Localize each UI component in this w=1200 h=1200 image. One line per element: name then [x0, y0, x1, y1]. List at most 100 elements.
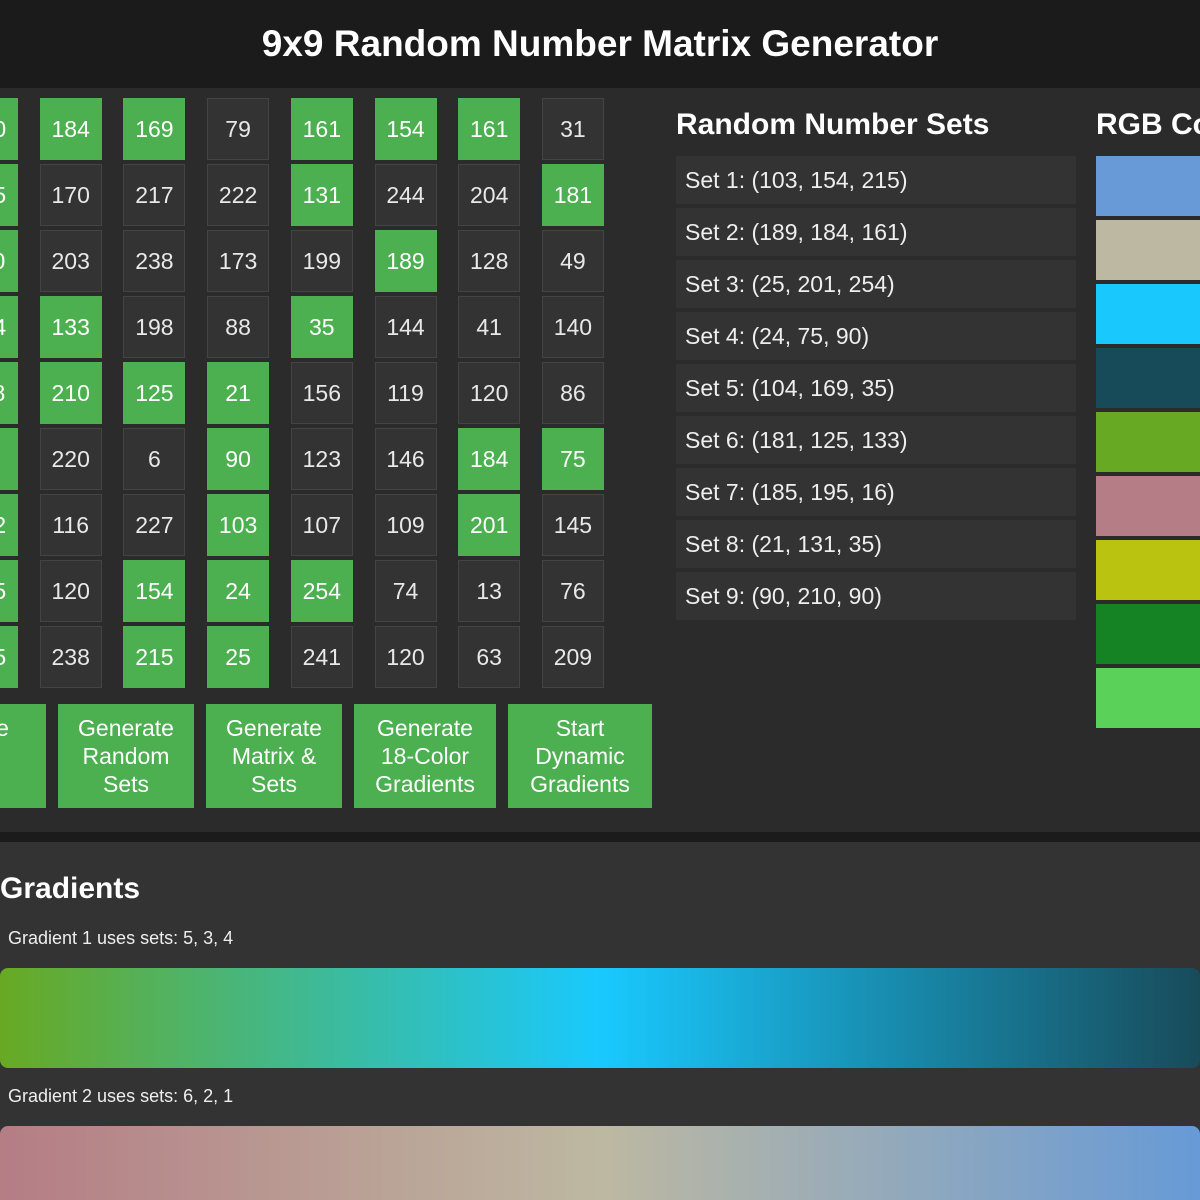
matrix-cell: 173: [207, 230, 270, 292]
matrix-cell: 241: [290, 626, 353, 688]
matrix-cell: 88: [207, 296, 270, 358]
matrix-cell: 49: [541, 230, 604, 292]
rgb-swatch: [1096, 604, 1200, 664]
matrix-cell: 118: [0, 362, 18, 424]
matrix-cell: 110: [0, 230, 18, 292]
matrix-cell: 120: [374, 626, 437, 688]
matrix-cell: 185: [0, 560, 18, 622]
matrix-cell: 198: [123, 296, 186, 358]
matrix-cell: 125: [123, 362, 186, 424]
gradient-label: Gradient 1 uses sets: 5, 3, 4: [8, 928, 234, 948]
number-matrix: 1201841697916115416131195170217222131244…: [0, 98, 654, 698]
page-title: 9x9 Random Number Matrix Generator: [261, 23, 939, 64]
matrix-cell: 169: [123, 98, 186, 160]
gradient-label: Gradient 2 uses sets: 6, 2, 1: [8, 1086, 234, 1106]
matrix-cell: 217: [123, 164, 186, 226]
generate-matrix-button[interactable]: ate x: [0, 704, 46, 808]
matrix-cell: 161: [290, 98, 353, 160]
matrix-cell: 192: [0, 494, 18, 556]
rgb-swatch: [1096, 156, 1200, 216]
matrix-cell: 140: [541, 296, 604, 358]
matrix-cell: 170: [39, 164, 102, 226]
matrix-cell: 13: [458, 560, 521, 622]
set-item: Set 9: (90, 210, 90): [676, 572, 1076, 620]
set-item: Set 5: (104, 169, 35): [676, 364, 1076, 412]
matrix-cell: 41: [458, 296, 521, 358]
matrix-cell: 25: [207, 626, 270, 688]
rgb-swatch: [1096, 668, 1200, 728]
matrix-cell: 201: [458, 494, 521, 556]
set-item: Set 2: (189, 184, 161): [676, 208, 1076, 256]
matrix-cell: 244: [374, 164, 437, 226]
matrix-cell: 154: [374, 98, 437, 160]
matrix-cell: 254: [290, 560, 353, 622]
matrix-cell: 189: [374, 230, 437, 292]
gradients-section: Gradients Gradient 1 uses sets: 5, 3, 4 G…: [0, 842, 1200, 1200]
rgb-swatch: [1096, 220, 1200, 280]
matrix-cell: 238: [39, 626, 102, 688]
rgb-swatch: [1096, 540, 1200, 600]
start-dynamic-gradients-button[interactable]: Start Dynamic Gradients: [508, 704, 652, 808]
matrix-cell: 79: [207, 98, 270, 160]
set-item: Set 6: (181, 125, 133): [676, 416, 1076, 464]
matrix-cell: 103: [207, 494, 270, 556]
main-panel: 1201841697916115416131195170217222131244…: [0, 88, 1200, 832]
rgb-swatch: [1096, 284, 1200, 344]
gradients-title: Gradients: [0, 872, 141, 905]
matrix-cell: 24: [207, 560, 270, 622]
set-item: Set 8: (21, 131, 35): [676, 520, 1076, 568]
matrix-cell: 144: [374, 296, 437, 358]
matrix-cell: 215: [123, 626, 186, 688]
matrix-cell: 181: [541, 164, 604, 226]
matrix-cell: 120: [0, 98, 18, 160]
matrix-cell: 184: [458, 428, 521, 490]
set-item: Set 3: (25, 201, 254): [676, 260, 1076, 308]
matrix-cell: 74: [374, 560, 437, 622]
gradient-bar: [0, 968, 1200, 1068]
matrix-cell: 119: [374, 362, 437, 424]
rgb-colors-title: RGB Co: [1096, 108, 1200, 141]
matrix-cell: 107: [290, 494, 353, 556]
matrix-cell: 238: [123, 230, 186, 292]
generate-18-color-gradients-button[interactable]: Generate 18-Color Gradients: [354, 704, 496, 808]
matrix-cell: 35: [290, 296, 353, 358]
matrix-cell: 203: [39, 230, 102, 292]
set-item: Set 4: (24, 75, 90): [676, 312, 1076, 360]
matrix-cell: 104: [0, 296, 18, 358]
matrix-cell: 131: [290, 164, 353, 226]
matrix-cell: 146: [374, 428, 437, 490]
matrix-cell: 87: [0, 428, 18, 490]
set-item: Set 1: (103, 154, 215): [676, 156, 1076, 204]
matrix-cell: 116: [39, 494, 102, 556]
gradient-bar: [0, 1126, 1200, 1200]
matrix-cell: 145: [541, 494, 604, 556]
matrix-cell: 128: [458, 230, 521, 292]
section-divider: [0, 832, 1200, 842]
sets-title: Random Number Sets: [676, 108, 990, 141]
matrix-cell: 31: [541, 98, 604, 160]
matrix-cell: 210: [39, 362, 102, 424]
matrix-cell: 109: [374, 494, 437, 556]
matrix-cell: 227: [123, 494, 186, 556]
matrix-cell: 120: [39, 560, 102, 622]
matrix-cell: 120: [458, 362, 521, 424]
app-header: 9x9 Random Number Matrix Generator: [0, 0, 1200, 88]
matrix-cell: 195: [0, 164, 18, 226]
matrix-cell: 90: [207, 428, 270, 490]
generate-matrix-and-sets-button[interactable]: Generate Matrix & Sets: [206, 704, 342, 808]
matrix-cell: 220: [39, 428, 102, 490]
matrix-cell: 154: [123, 560, 186, 622]
matrix-cell: 133: [39, 296, 102, 358]
rgb-swatch: [1096, 476, 1200, 536]
matrix-cell: 21: [207, 362, 270, 424]
rgb-swatch: [1096, 412, 1200, 472]
set-item: Set 7: (185, 195, 16): [676, 468, 1076, 516]
matrix-cell: 184: [39, 98, 102, 160]
matrix-cell: 199: [290, 230, 353, 292]
matrix-cell: 161: [458, 98, 521, 160]
matrix-cell: 156: [290, 362, 353, 424]
matrix-cell: 76: [541, 560, 604, 622]
generate-random-sets-button[interactable]: Generate Random Sets: [58, 704, 194, 808]
matrix-cell: 6: [123, 428, 186, 490]
matrix-cell: 204: [458, 164, 521, 226]
